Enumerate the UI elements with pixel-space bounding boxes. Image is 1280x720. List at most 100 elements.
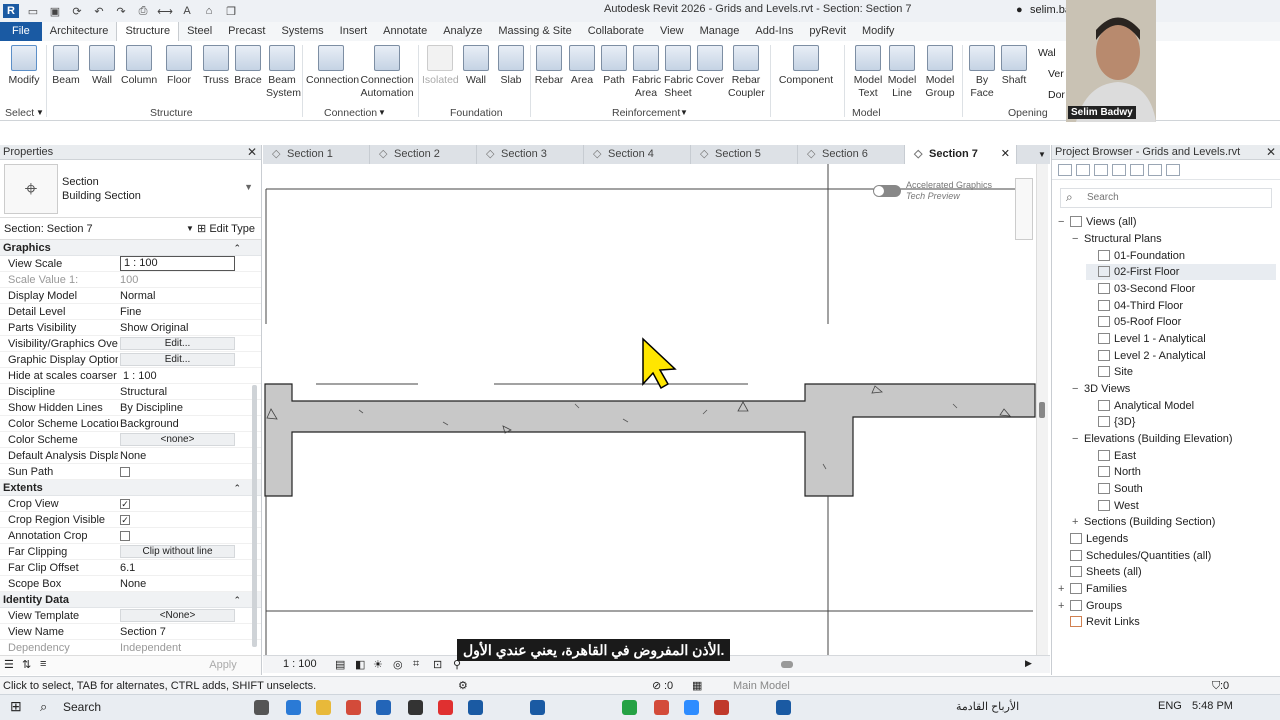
- collapse-icon[interactable]: ⌃: [233, 480, 241, 496]
- tree-views-all[interactable]: − Views (all): [1058, 214, 1137, 230]
- taskbar-search[interactable]: Search: [63, 700, 101, 714]
- categorized-icon[interactable]: ☰: [4, 658, 14, 671]
- collapse-icon[interactable]: ⌃: [233, 240, 241, 256]
- discipline-value[interactable]: Structural: [120, 384, 235, 400]
- model-group-button[interactable]: Model Group: [922, 45, 958, 100]
- crop-region-icon[interactable]: ⊡: [433, 658, 442, 671]
- view-name-value[interactable]: Section 7: [120, 624, 235, 640]
- modify-button[interactable]: Modify: [6, 45, 42, 87]
- close-icon[interactable]: ✕: [1266, 145, 1276, 160]
- zoom-icon[interactable]: [684, 700, 699, 715]
- design-options-icon[interactable]: ▦: [692, 677, 702, 695]
- connection-button[interactable]: Connection: [306, 45, 359, 87]
- group-identity-data[interactable]: Identity Data ⌃: [0, 592, 261, 608]
- tab-steel[interactable]: Steel: [179, 22, 220, 41]
- foundation-wall-button[interactable]: Wall: [462, 45, 490, 87]
- editing-requests-icon[interactable]: ⊘: [652, 677, 661, 695]
- crop-region-visible-checkbox[interactable]: ✓: [120, 515, 130, 525]
- revit-logo-icon[interactable]: R: [3, 4, 19, 18]
- scrollbar[interactable]: [252, 385, 257, 647]
- task-view-icon[interactable]: [254, 700, 269, 715]
- gdo-edit-button[interactable]: Edit...: [120, 353, 235, 366]
- connection-automation-button[interactable]: Connection Automation: [360, 45, 414, 100]
- tab-precast[interactable]: Precast: [220, 22, 273, 41]
- group-graphics[interactable]: Graphics ⌃: [0, 240, 261, 256]
- tree-item[interactable]: 04-Third Floor: [1086, 298, 1183, 314]
- horizontal-scroll-thumb[interactable]: [781, 661, 793, 668]
- user-icon[interactable]: ●: [1016, 4, 1023, 16]
- tab-massing-site[interactable]: Massing & Site: [490, 22, 579, 41]
- open-icon[interactable]: ▭: [25, 4, 41, 18]
- windows-start-icon[interactable]: ⊞: [10, 698, 22, 715]
- fabric-sheet-button[interactable]: Fabric Sheet: [664, 45, 693, 100]
- tree-item[interactable]: {3D}: [1086, 414, 1135, 430]
- switch-windows-icon[interactable]: ❐: [223, 4, 239, 18]
- app-icon[interactable]: [408, 700, 423, 715]
- floor-button[interactable]: Floor: [164, 45, 194, 87]
- tree-item[interactable]: East: [1086, 448, 1136, 464]
- search-icon[interactable]: ⌕: [40, 699, 47, 715]
- chrome-icon[interactable]: [654, 700, 669, 715]
- cover-button[interactable]: Cover: [696, 45, 724, 87]
- close-icon[interactable]: ✕: [247, 145, 257, 160]
- edge-icon[interactable]: [286, 700, 301, 715]
- tree-item[interactable]: 05-Roof Floor: [1086, 314, 1181, 330]
- print-icon[interactable]: ⎙: [135, 4, 151, 18]
- tab-collaborate[interactable]: Collaborate: [580, 22, 652, 41]
- beam-button[interactable]: Beam: [52, 45, 80, 87]
- apply-button[interactable]: Apply: [203, 659, 243, 671]
- model-line-button[interactable]: Model Line: [886, 45, 918, 100]
- redo-icon[interactable]: ↷: [113, 4, 129, 18]
- isolated-button[interactable]: Isolated: [422, 45, 459, 87]
- tab-systems[interactable]: Systems: [273, 22, 331, 41]
- accelerated-graphics-toggle[interactable]: [873, 185, 901, 197]
- visual-style-icon[interactable]: ◧: [355, 658, 365, 671]
- close-views-icon[interactable]: [1130, 163, 1144, 176]
- chevron-down-icon[interactable]: ▼: [186, 218, 194, 240]
- workset-icon[interactable]: ⚙: [458, 677, 468, 695]
- save-icon[interactable]: ▣: [47, 4, 63, 18]
- shadows-icon[interactable]: ◎: [393, 658, 403, 671]
- filter-icon[interactable]: ⛉: [1212, 677, 1220, 695]
- tab-view[interactable]: View: [652, 22, 692, 41]
- tree-groups[interactable]: + Groups: [1058, 598, 1122, 614]
- sort-icon[interactable]: ⇅: [22, 658, 31, 671]
- chevron-down-icon[interactable]: ▼: [36, 108, 44, 117]
- model-text-button[interactable]: Model Text: [852, 45, 884, 100]
- cs-location-value[interactable]: Background: [120, 416, 235, 432]
- tree-item[interactable]: West: [1086, 498, 1139, 514]
- view-template-button[interactable]: <None>: [120, 609, 235, 622]
- panel-select-label[interactable]: Select: [5, 107, 34, 119]
- beam-system-button[interactable]: Beam System: [266, 45, 301, 100]
- table-icon[interactable]: [1112, 163, 1126, 176]
- chrome-icon[interactable]: [346, 700, 361, 715]
- tree-item[interactable]: 01-Foundation: [1086, 248, 1185, 264]
- detail-level-icon[interactable]: ▤: [335, 658, 345, 671]
- tab-manage[interactable]: Manage: [692, 22, 748, 41]
- undo-icon[interactable]: ↶: [91, 4, 107, 18]
- tree-item[interactable]: 03-Second Floor: [1086, 281, 1195, 297]
- tree-sections[interactable]: + Sections (Building Section): [1072, 514, 1215, 530]
- sun-path-checkbox[interactable]: [120, 467, 130, 477]
- tree-families[interactable]: + Families: [1058, 581, 1127, 597]
- tab-section-5[interactable]: ◇ Section 5: [691, 145, 798, 164]
- tree-item[interactable]: Level 1 - Analytical: [1086, 331, 1206, 347]
- crop-view-checkbox[interactable]: ✓: [120, 499, 130, 509]
- fabric-area-button[interactable]: Fabric Area: [632, 45, 661, 100]
- tab-section-2[interactable]: ◇ Section 2: [370, 145, 477, 164]
- tab-insert[interactable]: Insert: [332, 22, 376, 41]
- group-extents[interactable]: Extents ⌃: [0, 480, 261, 496]
- edit-type-button[interactable]: ⊞ Edit Type: [197, 218, 255, 240]
- hidden-lines-value[interactable]: By Discipline: [120, 400, 235, 416]
- panel-reinforcement-label[interactable]: Reinforcement: [612, 107, 680, 119]
- tab-architecture[interactable]: Architecture: [42, 22, 117, 41]
- scope-box-value[interactable]: None: [120, 576, 235, 592]
- save-icon[interactable]: [1148, 163, 1162, 176]
- outlook-icon[interactable]: [376, 700, 391, 715]
- tab-file[interactable]: File: [0, 22, 42, 41]
- chevron-down-icon[interactable]: ▼: [378, 108, 386, 117]
- close-icon[interactable]: ✕: [1001, 145, 1010, 164]
- rebar-button[interactable]: Rebar: [534, 45, 564, 87]
- chevron-down-icon[interactable]: ▼: [680, 108, 688, 117]
- far-clip-offset-value[interactable]: 6.1: [120, 560, 235, 576]
